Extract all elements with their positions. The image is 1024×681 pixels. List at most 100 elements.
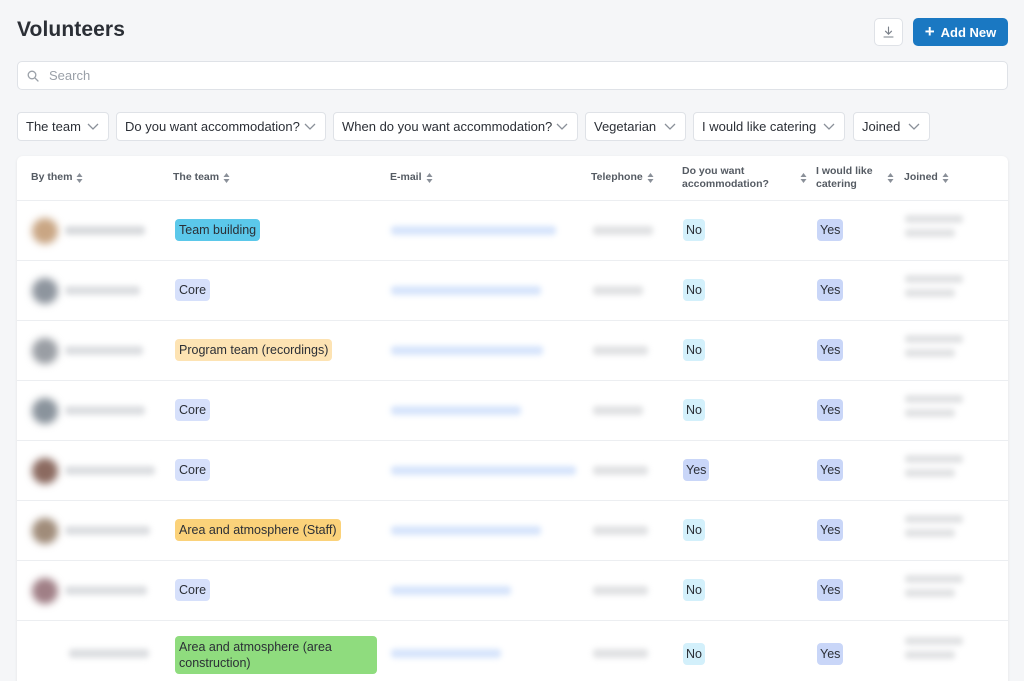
add-new-button[interactable]: + Add New bbox=[913, 18, 1008, 46]
chevron-down-icon bbox=[87, 123, 99, 130]
joined-cell-redacted bbox=[905, 637, 963, 645]
avatar bbox=[32, 458, 58, 484]
telephone-cell-redacted bbox=[593, 226, 653, 235]
catering-badge: Yes bbox=[817, 399, 844, 421]
chevron-down-icon bbox=[908, 123, 920, 130]
email-cell-redacted bbox=[391, 586, 511, 595]
chevron-down-icon bbox=[556, 123, 568, 130]
telephone-cell-redacted bbox=[593, 649, 648, 658]
accommodation-badge: No bbox=[683, 339, 705, 361]
joined-cell-redacted bbox=[905, 395, 963, 403]
filter-label: Vegetarian bbox=[594, 119, 657, 134]
sort-icon bbox=[223, 172, 230, 183]
table-row[interactable]: Core No Yes bbox=[17, 261, 1008, 321]
name-cell-redacted bbox=[65, 346, 143, 355]
add-new-label: Add New bbox=[940, 24, 997, 40]
team-badge: Core bbox=[175, 399, 211, 421]
sort-icon bbox=[800, 173, 807, 183]
filter-label: The team bbox=[26, 119, 81, 134]
column-label-line2: accommodation? bbox=[682, 178, 769, 190]
joined-cell-redacted bbox=[905, 529, 955, 537]
avatar bbox=[32, 278, 58, 304]
accommodation-badge: No bbox=[683, 579, 705, 601]
sort-icon bbox=[942, 172, 949, 183]
download-icon bbox=[883, 26, 894, 38]
team-badge: Program team (recordings) bbox=[175, 339, 333, 361]
column-label: Do you want accommodation? bbox=[682, 165, 769, 191]
avatar bbox=[32, 578, 58, 604]
avatar bbox=[32, 398, 58, 424]
catering-badge: Yes bbox=[817, 519, 844, 541]
telephone-cell-redacted bbox=[593, 526, 648, 535]
catering-badge: Yes bbox=[817, 579, 844, 601]
column-label-line1: I would like bbox=[816, 165, 873, 177]
filter-joined[interactable]: Joined bbox=[853, 112, 930, 141]
column-label: Joined bbox=[904, 171, 938, 183]
page-title: Volunteers bbox=[17, 18, 125, 41]
filter-accommodation[interactable]: Do you want accommodation? bbox=[116, 112, 326, 141]
joined-cell-redacted bbox=[905, 335, 963, 343]
joined-cell-redacted bbox=[905, 275, 963, 283]
email-cell-redacted bbox=[391, 526, 541, 535]
accommodation-badge: No bbox=[683, 519, 705, 541]
email-cell-redacted bbox=[391, 226, 556, 235]
table-row[interactable]: Core No Yes bbox=[17, 381, 1008, 441]
table-row[interactable]: Team building No Yes bbox=[17, 201, 1008, 261]
filter-vegetarian[interactable]: Vegetarian bbox=[585, 112, 686, 141]
joined-cell-redacted bbox=[905, 589, 955, 597]
download-button[interactable] bbox=[874, 18, 903, 46]
column-header-accommodation[interactable]: Do you want accommodation? bbox=[682, 165, 807, 191]
email-cell-redacted bbox=[391, 286, 541, 295]
search-bar[interactable] bbox=[17, 61, 1008, 90]
column-label-line1: Do you want bbox=[682, 165, 745, 177]
column-label-line2: catering bbox=[816, 178, 857, 190]
catering-badge: Yes bbox=[817, 219, 844, 241]
email-cell-redacted bbox=[391, 346, 543, 355]
telephone-cell-redacted bbox=[593, 406, 643, 415]
email-cell-redacted bbox=[391, 406, 521, 415]
plus-icon: + bbox=[924, 21, 935, 41]
table-row[interactable]: Area and atmosphere (area construction) … bbox=[17, 621, 1008, 681]
column-label: Telephone bbox=[591, 171, 643, 183]
filter-accommodation-when[interactable]: When do you want accommodation? bbox=[333, 112, 578, 141]
column-header-joined[interactable]: Joined bbox=[904, 171, 949, 184]
name-cell-redacted bbox=[65, 286, 140, 295]
search-input[interactable] bbox=[49, 68, 949, 83]
table-row[interactable]: Program team (recordings) No Yes bbox=[17, 321, 1008, 381]
team-badge: Area and atmosphere (Staff) bbox=[175, 519, 341, 541]
chevron-down-icon bbox=[823, 123, 835, 130]
column-header-email[interactable]: E-mail bbox=[390, 171, 433, 184]
telephone-cell-redacted bbox=[593, 466, 648, 475]
column-header-by-them[interactable]: By them bbox=[31, 171, 83, 184]
column-label: By them bbox=[31, 171, 73, 183]
team-badge: Area and atmosphere (area construction) bbox=[175, 636, 377, 674]
filter-label: I would like catering bbox=[702, 119, 817, 134]
search-icon bbox=[27, 70, 39, 82]
name-cell-redacted bbox=[65, 406, 145, 415]
name-cell-redacted bbox=[65, 526, 150, 535]
table-row[interactable]: Core No Yes bbox=[17, 561, 1008, 621]
column-header-telephone[interactable]: Telephone bbox=[591, 171, 654, 184]
joined-cell-redacted bbox=[905, 651, 955, 659]
table-row[interactable]: Core Yes Yes bbox=[17, 441, 1008, 501]
table-header: By them The team E-mail Telephone Do you… bbox=[17, 156, 1008, 201]
filter-catering[interactable]: I would like catering bbox=[693, 112, 845, 141]
sort-icon bbox=[647, 172, 654, 183]
avatar bbox=[32, 338, 58, 364]
joined-cell-redacted bbox=[905, 515, 963, 523]
joined-cell-redacted bbox=[905, 409, 955, 417]
telephone-cell-redacted bbox=[593, 346, 648, 355]
column-label: E-mail bbox=[390, 171, 422, 183]
filter-label: When do you want accommodation? bbox=[342, 119, 553, 134]
joined-cell-redacted bbox=[905, 229, 955, 237]
joined-cell-redacted bbox=[905, 575, 963, 583]
catering-badge: Yes bbox=[817, 279, 844, 301]
accommodation-badge: No bbox=[683, 399, 705, 421]
column-header-team[interactable]: The team bbox=[173, 171, 230, 184]
sort-icon bbox=[426, 172, 433, 183]
name-cell-redacted bbox=[69, 649, 149, 658]
joined-cell-redacted bbox=[905, 215, 963, 223]
table-row[interactable]: Area and atmosphere (Staff) No Yes bbox=[17, 501, 1008, 561]
filter-team[interactable]: The team bbox=[17, 112, 109, 141]
column-header-catering[interactable]: I would like catering bbox=[816, 165, 894, 191]
